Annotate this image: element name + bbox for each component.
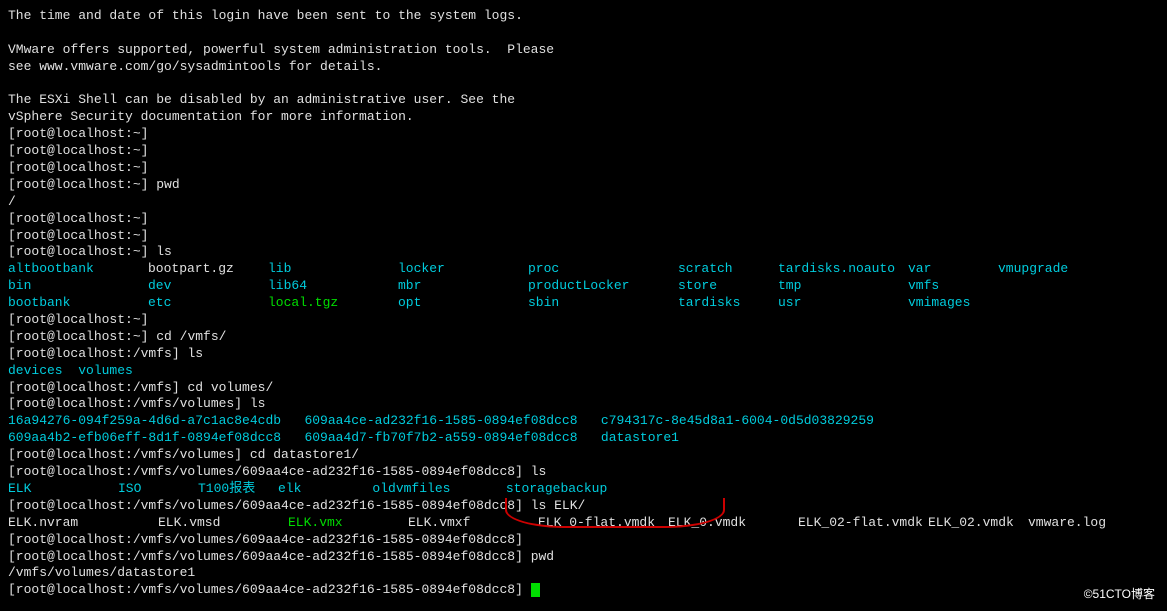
ls-root-output: altbootbank bootpart.gz lib locker proc … [8,261,1159,312]
dir-entry: opt [398,295,528,312]
dir-entry: oldvmfiles [372,481,450,498]
dir-entry: elk [278,481,301,498]
dir-entry: 609aa4d7-fb70f7b2-a559-0894ef08dcc8 [304,430,577,445]
file-entry: ELK.nvram [8,515,158,532]
motd-line: VMware offers supported, powerful system… [8,42,1159,59]
prompt-line: [root@localhost:/vmfs/volumes/609aa4ce-a… [8,498,1159,515]
prompt-line: [root@localhost:~] cd /vmfs/ [8,329,1159,346]
ls-volumes-output: 16a94276-094f259a-4d6d-a7c1ac8e4cdb 609a… [8,413,1159,430]
prompt-line: [root@localhost:/vmfs/volumes] ls [8,396,1159,413]
dir-entry: tardisks.noauto [778,261,908,278]
dir-entry: dev [148,278,268,295]
dir-entry: productLocker [528,278,678,295]
dir-entry: vmfs [908,278,998,295]
dir-entry: lib [268,261,398,278]
motd-line: The time and date of this login have bee… [8,8,1159,25]
dir-entry: lib64 [268,278,398,295]
file-entry: ELK_0-flat.vmdk [538,515,668,532]
file-entry: ELK_02-flat.vmdk [798,515,928,532]
file-entry: ELK.vmsd [158,515,288,532]
dir-entry: 609aa4b2-efb06eff-8d1f-0894ef08dcc8 [8,430,281,445]
dir-entry: storagebackup [506,481,607,498]
dir-entry: proc [528,261,678,278]
terminal-output[interactable]: The time and date of this login have bee… [8,8,1159,599]
ls-datastore-output: ELK ISO T100报表 elk oldvmfiles storagebac… [8,481,1159,498]
motd-line: vSphere Security documentation for more … [8,109,1159,126]
prompt-line: [root@localhost:/vmfs/volumes/609aa4ce-a… [8,464,1159,481]
dir-entry: store [678,278,778,295]
dir-entry: bootbank [8,295,148,312]
motd-line: see www.vmware.com/go/sysadmintools for … [8,59,1159,76]
file-entry: vmware.log [1028,515,1167,532]
prompt-line: [root@localhost:/vmfs/volumes/609aa4ce-a… [8,532,1159,549]
dir-entry: datastore1 [601,430,679,445]
prompt-line: [root@localhost:~] ls [8,244,1159,261]
prompt-line[interactable]: [root@localhost:/vmfs/volumes/609aa4ce-a… [8,582,1159,599]
output-line: / [8,194,1159,211]
dir-entry: devices [8,363,63,378]
ls-elk-output: ELK.nvram ELK.vmsd ELK.vmx ELK.vmxf ELK_… [8,515,1159,532]
dir-entry: T100报表 [198,481,278,498]
dir-entry: c794317c-8e45d8a1-6004-0d5d03829259 [601,413,874,428]
dir-entry: tmp [778,278,908,295]
exec-entry: local.tgz [268,295,398,312]
prompt-line: [root@localhost:/vmfs] ls [8,346,1159,363]
prompt-line: [root@localhost:~] [8,228,1159,245]
dir-entry: 609aa4ce-ad232f16-1585-0894ef08dcc8 [304,413,577,428]
output-line: /vmfs/volumes/datastore1 [8,565,1159,582]
prompt-line: [root@localhost:/vmfs/volumes] cd datast… [8,447,1159,464]
file-entry: ELK.vmxf [408,515,538,532]
dir-entry: tardisks [678,295,778,312]
dir-entry: volumes [78,363,133,378]
dir-entry: ISO [118,481,198,498]
file-entry: ELK_0.vmdk [668,515,798,532]
dir-entry: sbin [528,295,678,312]
dir-entry: scratch [678,261,778,278]
file-entry: ELK_02.vmdk [928,515,1028,532]
prompt-line: [root@localhost:~] [8,160,1159,177]
dir-entry: 16a94276-094f259a-4d6d-a7c1ac8e4cdb [8,413,281,428]
dir-entry: etc [148,295,268,312]
prompt-line: [root@localhost:~] [8,143,1159,160]
motd-line: The ESXi Shell can be disabled by an adm… [8,92,1159,109]
dir-entry: usr [778,295,908,312]
ls-vmfs-output: devices volumes [8,363,1159,380]
dir-entry: bin [8,278,148,295]
dir-entry: vmimages [908,295,998,312]
watermark-text: ©51CTO博客 [1084,587,1155,603]
dir-entry: ELK [8,481,118,498]
dir-entry: vmupgrade [998,261,1118,278]
dir-entry: altbootbank [8,261,148,278]
cursor-icon [531,583,540,597]
prompt-line: [root@localhost:~] pwd [8,177,1159,194]
prompt-line: [root@localhost:~] [8,126,1159,143]
file-entry: bootpart.gz [148,261,268,278]
prompt-line: [root@localhost:~] [8,312,1159,329]
prompt-line: [root@localhost:/vmfs] cd volumes/ [8,380,1159,397]
dir-entry: var [908,261,998,278]
dir-entry: locker [398,261,528,278]
prompt-line: [root@localhost:~] [8,211,1159,228]
dir-entry: mbr [398,278,528,295]
prompt-line: [root@localhost:/vmfs/volumes/609aa4ce-a… [8,549,1159,566]
ls-volumes-output: 609aa4b2-efb06eff-8d1f-0894ef08dcc8 609a… [8,430,1159,447]
exec-entry: ELK.vmx [288,515,408,532]
